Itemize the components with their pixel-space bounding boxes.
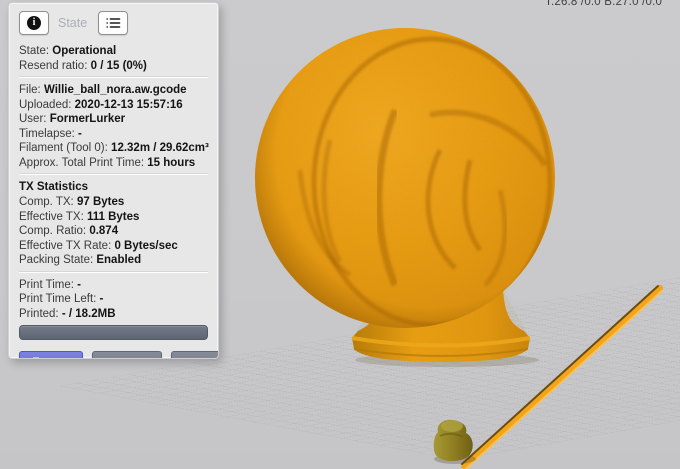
effective-tx-rate-row: Effective TX Rate: 0 Bytes/sec: [19, 239, 208, 254]
printed-row: Printed: - / 18.2MB: [19, 307, 208, 322]
print-time-estimate-value: 15 hours: [147, 156, 196, 169]
file-row: File: Willie_ball_nora.aw.gcode: [19, 83, 208, 98]
uploaded-row: Uploaded: 2020-12-13 15:57:16: [19, 98, 208, 113]
prime-tower: [433, 419, 476, 464]
state-value: Operational: [52, 45, 117, 57]
user-row: User: FormerLurker: [19, 112, 208, 127]
pause-button[interactable]: Pause: [91, 351, 162, 360]
resend-ratio-value: 0 / 15 (0%): [90, 59, 147, 72]
printer-icon: [33, 357, 39, 358]
comp-tx-value: 97 Bytes: [76, 196, 125, 208]
file-label: File:: [19, 84, 41, 96]
octoprint-window: T:26.8 /0.0 B:27.0 /0.0 i State State: O…: [0, 0, 680, 469]
stop-icon: [182, 358, 192, 359]
pause-icon: [103, 358, 112, 360]
filament-value: 12.32m / 29.62cm³: [111, 142, 209, 154]
effective-tx-rate-label: Effective TX Rate:: [19, 239, 112, 252]
printed-value: - / 18.2MB: [61, 307, 116, 320]
divider: [19, 271, 208, 273]
print-time-estimate-row: Approx. Total Print Time: 15 hours: [19, 156, 208, 171]
printed-label: Printed:: [19, 307, 59, 320]
state-panel-header: i State: [19, 11, 208, 35]
filament-row: Filament (Tool 0): 12.32m / 29.62cm³: [19, 141, 209, 156]
print-time-left-row: Print Time Left: -: [19, 292, 208, 307]
list-button[interactable]: [98, 11, 129, 35]
cancel-button[interactable]: Cancel: [170, 351, 218, 359]
print-time-left-label: Print Time Left:: [19, 293, 97, 305]
print-button[interactable]: Print: [19, 351, 83, 358]
uploaded-label: Uploaded:: [19, 98, 72, 111]
resend-ratio-row: Resend ratio: 0 / 15 (0%): [19, 59, 208, 74]
file-value: Willie_ball_nora.aw.gcode: [43, 84, 187, 96]
effective-tx-value: 111 Bytes: [86, 210, 140, 223]
temperature-readout: T:26.8 /0.0 B:27.0 /0.0: [545, 0, 663, 8]
user-value: FormerLurker: [49, 113, 126, 125]
info-icon: i: [27, 16, 41, 30]
print-time-value: -: [77, 278, 82, 291]
comp-ratio-label: Comp. Ratio:: [19, 225, 87, 237]
effective-tx-label: Effective TX:: [19, 210, 84, 223]
user-label: User:: [19, 113, 47, 125]
resend-ratio-label: Resend ratio:: [19, 59, 88, 72]
packing-state-label: Packing State:: [19, 254, 94, 266]
print-time-row: Print Time: -: [19, 278, 208, 293]
divider: [19, 174, 208, 175]
divider: [19, 77, 208, 78]
tx-statistics-heading: TX Statistics: [19, 181, 89, 193]
timelapse-row: Timelapse: -: [19, 127, 208, 142]
packing-state-value: Enabled: [96, 254, 142, 266]
timelapse-label: Timelapse:: [19, 127, 75, 140]
effective-tx-rate-value: 0 Bytes/sec: [114, 239, 178, 252]
state-label: State:: [19, 45, 50, 57]
packing-state-row: Packing State: Enabled: [19, 253, 208, 268]
comp-ratio-value: 0.874: [89, 225, 119, 237]
print-time-estimate-label: Approx. Total Print Time:: [19, 156, 145, 169]
print-progress-bar: [19, 325, 208, 340]
timelapse-value: -: [78, 127, 82, 140]
print-button-label: Print: [47, 356, 72, 358]
info-button[interactable]: i: [19, 11, 49, 35]
uploaded-value: 2020-12-13 15:57:16: [74, 98, 183, 111]
comp-ratio-row: Comp. Ratio: 0.874: [19, 224, 208, 239]
filament-label: Filament (Tool 0):: [19, 142, 108, 154]
cancel-button-label: Cancel: [197, 356, 218, 358]
pause-button-label: Pause: [117, 356, 151, 358]
print-time-left-value: -: [99, 293, 104, 305]
effective-tx-row: Effective TX: 111 Bytes: [19, 210, 208, 225]
job-buttons: Print Pause Cancel: [19, 351, 218, 360]
comp-tx-label: Comp. TX:: [19, 196, 74, 208]
comp-tx-row: Comp. TX: 97 Bytes: [19, 195, 208, 210]
state-row: State: Operational: [19, 44, 208, 59]
panel-title: State: [58, 16, 88, 30]
state-panel: i State State: Operational Resend ratio:…: [8, 2, 219, 359]
model-sphere: [255, 28, 555, 362]
list-icon: [106, 18, 121, 28]
print-time-label: Print Time:: [19, 278, 74, 291]
